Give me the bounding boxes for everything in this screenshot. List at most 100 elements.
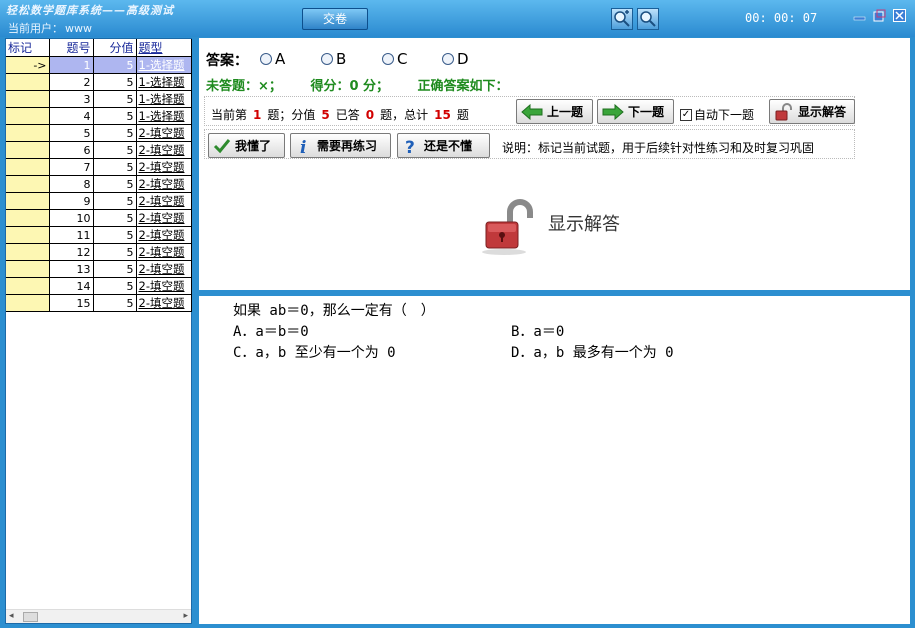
type-cell[interactable]: 1-选择题 — [136, 73, 192, 91]
mark-cell[interactable] — [6, 260, 50, 278]
radio-icon[interactable] — [382, 53, 394, 65]
table-row[interactable]: 11 5 2-填空题 — [6, 226, 192, 244]
type-cell[interactable]: 2-填空题 — [136, 175, 192, 193]
type-cell[interactable]: 2-填空题 — [136, 141, 192, 159]
option-d-radio[interactable]: D — [442, 50, 469, 68]
score-cell[interactable]: 5 — [93, 243, 137, 261]
num-cell[interactable]: 15 — [49, 294, 94, 312]
scroll-left-icon[interactable]: ◂ — [9, 611, 14, 621]
table-row[interactable]: 12 5 2-填空题 — [6, 243, 192, 261]
mark-cell[interactable] — [6, 226, 50, 244]
table-row[interactable]: 4 5 1-选择题 — [6, 107, 192, 125]
type-cell[interactable]: 1-选择题 — [136, 56, 192, 74]
num-cell[interactable]: 12 — [49, 243, 94, 261]
show-answer-button[interactable]: 显示解答 — [769, 99, 855, 124]
table-row[interactable]: 3 5 1-选择题 — [6, 90, 192, 108]
score-cell[interactable]: 5 — [93, 226, 137, 244]
score-cell[interactable]: 5 — [93, 175, 137, 193]
mark-cell[interactable] — [6, 90, 50, 108]
mark-cell[interactable] — [6, 175, 50, 193]
restore-icon[interactable] — [873, 9, 886, 22]
mark-cell[interactable] — [6, 141, 50, 159]
num-cell[interactable]: 9 — [49, 192, 94, 210]
table-row[interactable]: 7 5 2-填空题 — [6, 158, 192, 176]
close-icon[interactable] — [893, 9, 906, 22]
got-it-button[interactable]: 我懂了 — [208, 133, 285, 158]
score-cell[interactable]: 5 — [93, 294, 137, 312]
minimize-icon[interactable] — [853, 9, 866, 22]
option-a-radio[interactable]: A — [260, 50, 285, 68]
mark-cell[interactable] — [6, 158, 50, 176]
score-cell[interactable]: 5 — [93, 277, 137, 295]
horizontal-scrollbar[interactable]: ◂ ▸ — [6, 609, 191, 623]
mark-cell[interactable] — [6, 243, 50, 261]
still-confused-button[interactable]: ? 还是不懂 — [397, 133, 490, 158]
type-cell[interactable]: 2-填空题 — [136, 277, 192, 295]
option-b-radio[interactable]: B — [321, 50, 346, 68]
num-cell[interactable]: 6 — [49, 141, 94, 159]
auto-next-checkbox[interactable]: ✓ 自动下一题 — [680, 106, 754, 123]
table-row[interactable]: 10 5 2-填空题 — [6, 209, 192, 227]
radio-icon[interactable] — [321, 53, 333, 65]
col-score[interactable]: 分值 — [93, 39, 137, 57]
table-row[interactable]: 8 5 2-填空题 — [6, 175, 192, 193]
score-cell[interactable]: 5 — [93, 107, 137, 125]
scroll-right-icon[interactable]: ▸ — [183, 611, 188, 621]
num-cell[interactable]: 13 — [49, 260, 94, 278]
checkbox-icon[interactable]: ✓ — [680, 108, 692, 121]
zoom-out-icon[interactable] — [637, 8, 659, 30]
score-cell[interactable]: 5 — [93, 73, 137, 91]
type-cell[interactable]: 2-填空题 — [136, 226, 192, 244]
table-row[interactable]: -> 1 5 1-选择题 — [6, 56, 192, 74]
type-cell[interactable]: 1-选择题 — [136, 90, 192, 108]
show-answer-large[interactable]: 显示解答 — [482, 198, 620, 256]
col-num[interactable]: 题号 — [49, 39, 94, 57]
mark-cell[interactable] — [6, 294, 50, 312]
score-cell[interactable]: 5 — [93, 141, 137, 159]
type-cell[interactable]: 2-填空题 — [136, 260, 192, 278]
type-cell[interactable]: 2-填空题 — [136, 243, 192, 261]
col-type[interactable]: 题型 — [136, 39, 192, 57]
mark-cell[interactable] — [6, 124, 50, 142]
table-row[interactable]: 14 5 2-填空题 — [6, 277, 192, 295]
num-cell[interactable]: 11 — [49, 226, 94, 244]
zoom-in-icon[interactable] — [611, 8, 633, 30]
practice-again-button[interactable]: i 需要再练习 — [290, 133, 391, 158]
submit-button[interactable]: 交卷 — [302, 8, 368, 30]
option-c-radio[interactable]: C — [382, 50, 407, 68]
num-cell[interactable]: 2 — [49, 73, 94, 91]
table-row[interactable]: 5 5 2-填空题 — [6, 124, 192, 142]
table-row[interactable]: 15 5 2-填空题 — [6, 294, 192, 312]
score-cell[interactable]: 5 — [93, 158, 137, 176]
mark-cell[interactable] — [6, 209, 50, 227]
score-cell[interactable]: 5 — [93, 124, 137, 142]
mark-cell[interactable] — [6, 277, 50, 295]
type-cell[interactable]: 2-填空题 — [136, 124, 192, 142]
mark-cell[interactable] — [6, 73, 50, 91]
num-cell[interactable]: 10 — [49, 209, 94, 227]
table-row[interactable]: 9 5 2-填空题 — [6, 192, 192, 210]
num-cell[interactable]: 5 — [49, 124, 94, 142]
num-cell[interactable]: 4 — [49, 107, 94, 125]
type-cell[interactable]: 1-选择题 — [136, 107, 192, 125]
next-button[interactable]: 下一题 — [597, 99, 674, 124]
radio-icon[interactable] — [442, 53, 454, 65]
mark-cell[interactable]: -> — [6, 56, 50, 74]
score-cell[interactable]: 5 — [93, 209, 137, 227]
table-row[interactable]: 13 5 2-填空题 — [6, 260, 192, 278]
prev-button[interactable]: 上一题 — [516, 99, 593, 124]
score-cell[interactable]: 5 — [93, 56, 137, 74]
table-row[interactable]: 2 5 1-选择题 — [6, 73, 192, 91]
mark-cell[interactable] — [6, 107, 50, 125]
num-cell[interactable]: 1 — [49, 56, 94, 74]
score-cell[interactable]: 5 — [93, 260, 137, 278]
type-cell[interactable]: 2-填空题 — [136, 158, 192, 176]
num-cell[interactable]: 8 — [49, 175, 94, 193]
scroll-thumb[interactable] — [23, 612, 38, 622]
num-cell[interactable]: 7 — [49, 158, 94, 176]
num-cell[interactable]: 3 — [49, 90, 94, 108]
score-cell[interactable]: 5 — [93, 90, 137, 108]
type-cell[interactable]: 2-填空题 — [136, 192, 192, 210]
radio-icon[interactable] — [260, 53, 272, 65]
score-cell[interactable]: 5 — [93, 192, 137, 210]
